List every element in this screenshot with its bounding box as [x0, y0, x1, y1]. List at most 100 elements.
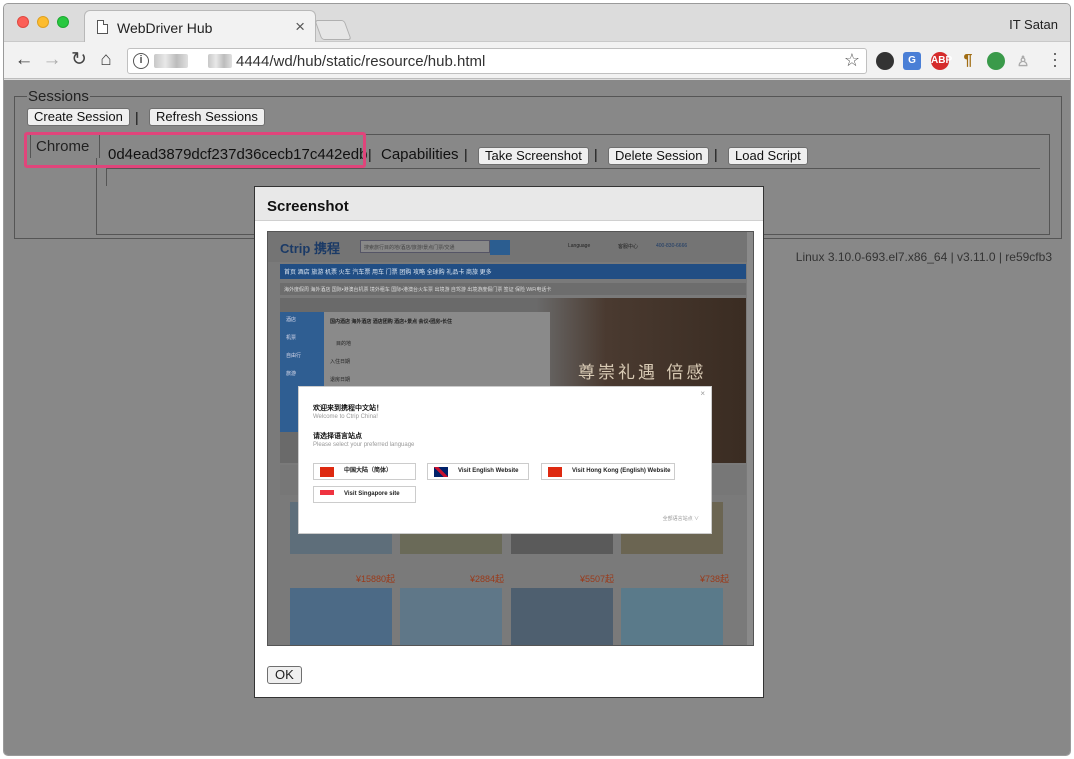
divider	[106, 168, 107, 186]
page-content: Sessions Create Session | Refresh Sessio…	[4, 80, 1070, 755]
separator: |	[714, 146, 718, 162]
browser-toolbar: ← → ↻ ⌂ i 4444/wd/hub/static/resource/hu…	[4, 42, 1070, 79]
popup-option-label: Visit Hong Kong (English) Website	[572, 468, 671, 474]
reload-icon[interactable]: ↻	[67, 48, 91, 72]
highlight-annotation	[24, 132, 366, 168]
separator: |	[464, 146, 468, 162]
globe-icon[interactable]	[987, 52, 1005, 70]
site-checkin-label: 入住日期	[330, 359, 351, 365]
site-side-item: 酒店	[286, 317, 297, 323]
site-service: 客服中心	[618, 244, 639, 250]
sessions-legend: Sessions	[28, 88, 89, 105]
popup-select-subtitle: Please select your preferred language	[313, 442, 415, 448]
site-product-card	[621, 588, 723, 645]
site-nav: 首页 酒店 旅游 机票 火车 汽车票 用车 门票 团购 攻略 全球购 礼品卡 商…	[280, 264, 746, 279]
site-search-placeholder: 搜索旅行目的地/酒店/旅游/景点门票/交通	[364, 245, 455, 251]
popup-option-sg: Visit Singapore site	[313, 486, 416, 503]
menu-icon[interactable]: · · ·	[1052, 44, 1058, 74]
separator: |	[135, 109, 139, 125]
site-subnav-text: 海外度假周 海外酒店 国际•港澳台机票 境外租车 国际•港澳台火车票 出境游 自…	[284, 287, 552, 293]
translate-icon[interactable]: G	[903, 52, 921, 70]
url-text[interactable]: 4444/wd/hub/static/resource/hub.html	[236, 53, 485, 70]
zoom-window-button[interactable]	[57, 16, 69, 28]
site-hero-text: 尊崇礼遇 倍感	[578, 363, 707, 383]
dialog-title: Screenshot	[267, 198, 349, 215]
site-subnav: 海外度假周 海外酒店 国际•港澳台机票 境外租车 国际•港澳台火车票 出境游 自…	[280, 283, 746, 295]
bookmark-star-icon[interactable]: ☆	[844, 50, 860, 71]
popup-close-icon: ×	[700, 389, 705, 398]
version-info: Linux 3.10.0-693.el7.x86_64 | v3.11.0 | …	[795, 250, 1052, 264]
blurred-host-part	[208, 54, 232, 68]
ok-button[interactable]: OK	[267, 666, 302, 684]
close-tab-icon[interactable]: ×	[295, 17, 305, 37]
minimize-window-button[interactable]	[37, 16, 49, 28]
china-flag-icon	[320, 467, 334, 477]
screenshot-dialog: Screenshot Ctrip 携程 搜索旅行目的地/酒店/旅游/景点门票/交…	[254, 186, 764, 698]
site-form-tabs: 国内酒店 海外酒店 酒店团购 酒店+景点 会议•团房•长住	[330, 319, 452, 325]
site-price: ¥5507起	[580, 574, 615, 584]
tool-icon[interactable]: ♙	[1014, 52, 1032, 70]
popup-option-label: Visit Singapore site	[344, 491, 400, 497]
separator: |	[594, 146, 598, 162]
blurred-host-part	[154, 54, 188, 68]
tab-title: WebDriver Hub	[117, 20, 213, 36]
site-product-card	[400, 588, 502, 645]
site-side-item: 自由行	[286, 353, 302, 359]
site-dest-label: 目的地	[336, 341, 352, 347]
site-search-button	[490, 240, 510, 255]
tab-webdriver-hub[interactable]: WebDriver Hub ×	[84, 10, 316, 43]
divider	[106, 168, 1040, 169]
site-scrollbar	[747, 232, 753, 645]
capabilities-link[interactable]: Capabilities	[381, 146, 459, 163]
hk-flag-icon	[548, 467, 562, 477]
popup-option-en: Visit English Website	[427, 463, 529, 480]
create-session-button[interactable]: Create Session	[27, 108, 130, 126]
adblock-icon[interactable]: ABP	[931, 52, 952, 70]
home-icon[interactable]: ⌂	[94, 48, 118, 72]
singapore-flag-icon	[320, 490, 334, 500]
popup-option-cn: 中国大陆（简体）	[313, 463, 416, 480]
load-script-button[interactable]: Load Script	[728, 147, 808, 165]
site-price: ¥738起	[700, 574, 730, 584]
forward-icon[interactable]: →	[40, 48, 64, 72]
close-window-button[interactable]	[17, 16, 29, 28]
site-product-card	[290, 588, 392, 645]
popup-option-label: 中国大陆（简体）	[344, 468, 393, 474]
extension-icon[interactable]	[876, 52, 894, 70]
screenshot-image: Ctrip 携程 搜索旅行目的地/酒店/旅游/景点门票/交通 Language …	[267, 231, 754, 646]
popup-option-label: Visit English Website	[458, 468, 519, 474]
uk-flag-icon	[434, 467, 448, 477]
back-icon[interactable]: ←	[12, 48, 36, 72]
site-header: Ctrip 携程 搜索旅行目的地/酒店/旅游/景点门票/交通 Language …	[268, 232, 748, 262]
site-logo: Ctrip 携程	[280, 241, 340, 256]
popup-subtitle: Welcome to Ctrip China!	[313, 414, 378, 420]
site-product-card	[511, 588, 613, 645]
site-phone: 400-830-6666	[656, 243, 688, 249]
refresh-sessions-button[interactable]: Refresh Sessions	[149, 108, 265, 126]
site-price: ¥15880起	[356, 574, 396, 584]
page-icon	[97, 20, 108, 34]
address-bar[interactable]: i 4444/wd/hub/static/resource/hub.html ☆	[127, 48, 867, 74]
info-icon[interactable]: i	[133, 53, 149, 69]
separator: |	[368, 146, 372, 162]
dialog-header: Screenshot	[255, 187, 763, 221]
popup-option-hk: Visit Hong Kong (English) Website	[541, 463, 675, 480]
site-checkout-label: 退房日期	[330, 377, 351, 383]
site-search-box: 搜索旅行目的地/酒店/旅游/景点门票/交通	[360, 240, 490, 253]
site-language: Language	[568, 243, 591, 249]
title-bar: WebDriver Hub × IT Satan	[4, 4, 1070, 43]
popup-title: 欢迎来到携程中文站！	[313, 405, 383, 412]
site-nav-text: 首页 酒店 旅游 机票 火车 汽车票 用车 门票 团购 攻略 全球购 礼品卡 商…	[284, 270, 492, 276]
language-popup: × 欢迎来到携程中文站！ Welcome to Ctrip China! 请选择…	[298, 386, 712, 534]
pilcrow-icon[interactable]: ¶	[959, 52, 977, 70]
site-price: ¥2884起	[470, 574, 505, 584]
profile-name[interactable]: IT Satan	[1009, 17, 1058, 32]
site-side-item: 机票	[286, 335, 297, 341]
new-tab-button[interactable]	[314, 20, 352, 40]
browser-window: WebDriver Hub × IT Satan ← → ↻ ⌂ i 4444/…	[3, 3, 1071, 756]
popup-more-languages: 全部语言站点 ∨	[662, 516, 699, 522]
site-side-item: 旅游	[286, 371, 297, 377]
popup-select-title: 请选择语言站点	[313, 433, 362, 440]
take-screenshot-button[interactable]: Take Screenshot	[478, 147, 589, 165]
delete-session-button[interactable]: Delete Session	[608, 147, 710, 165]
